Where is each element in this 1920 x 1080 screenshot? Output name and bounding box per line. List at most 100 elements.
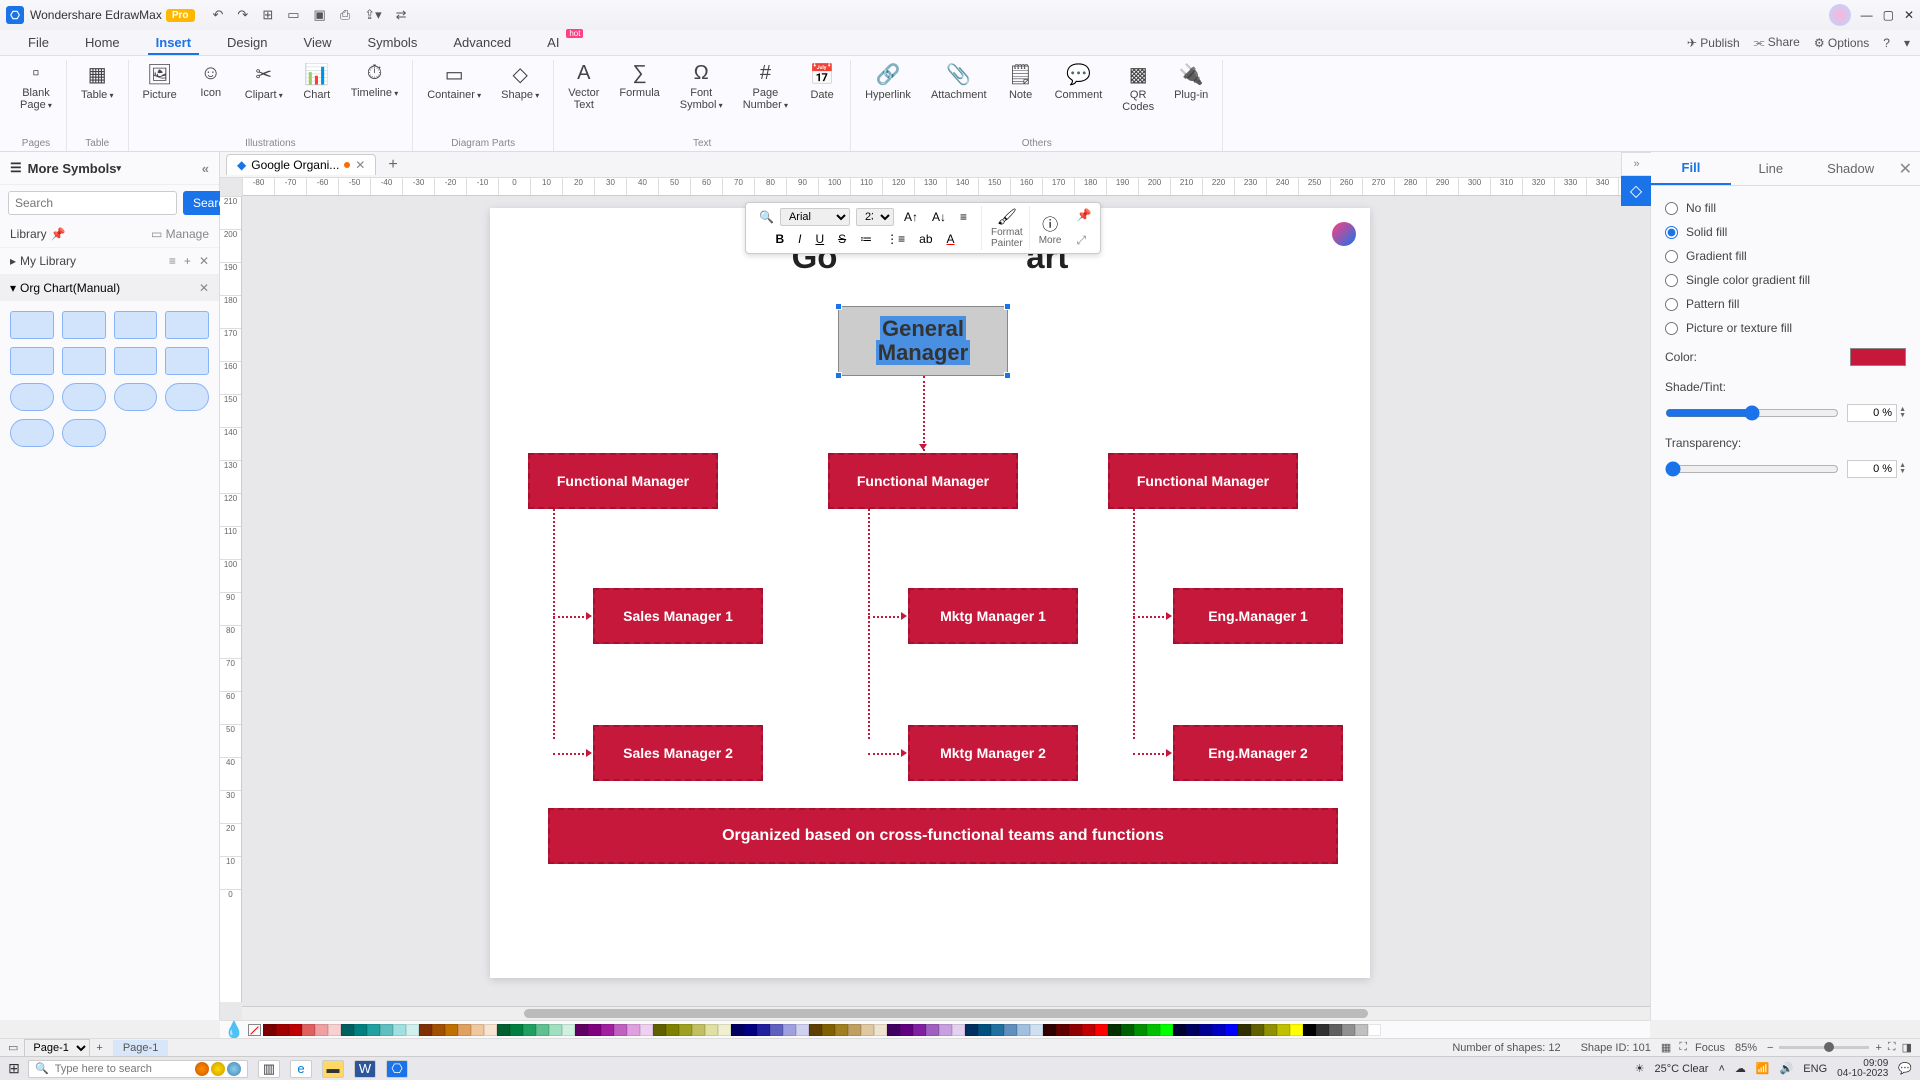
color-swatch[interactable] xyxy=(523,1024,536,1036)
color-swatch[interactable] xyxy=(718,1024,731,1036)
color-swatch[interactable] xyxy=(458,1024,471,1036)
publish-button[interactable]: ✈ Publish xyxy=(1687,36,1740,50)
opt-solid-fill[interactable]: Solid fill xyxy=(1665,220,1906,244)
color-swatch[interactable] xyxy=(1095,1024,1108,1036)
ribbon-container[interactable]: ▭Container xyxy=(417,60,491,103)
ribbon-font[interactable]: ΩFontSymbol xyxy=(670,60,733,113)
tab-fill[interactable]: Fill xyxy=(1651,152,1731,185)
fit-icon[interactable]: ⛶ xyxy=(1679,1041,1687,1054)
more-symbols-label[interactable]: More Symbols xyxy=(28,161,117,176)
node-mktg-manager-2[interactable]: Mktg Manager 2 xyxy=(908,725,1078,781)
maximize-button[interactable]: ▢ xyxy=(1883,8,1894,22)
color-swatch[interactable] xyxy=(666,1024,679,1036)
color-swatch[interactable] xyxy=(315,1024,328,1036)
node-functional-manager-2[interactable]: Functional Manager xyxy=(828,453,1018,509)
color-swatch[interactable] xyxy=(276,1024,289,1036)
ribbon-clipart[interactable]: ✂Clipart xyxy=(235,60,293,103)
format-painter-button[interactable]: 🖌 Format Painter xyxy=(985,206,1030,250)
color-swatch[interactable] xyxy=(1368,1024,1381,1036)
tab-line[interactable]: Line xyxy=(1731,153,1811,184)
color-swatch[interactable] xyxy=(367,1024,380,1036)
menu-file[interactable]: File xyxy=(10,31,67,54)
menu-symbols[interactable]: Symbols xyxy=(349,31,435,54)
color-swatch[interactable] xyxy=(432,1024,445,1036)
ribbon-plug-in[interactable]: 🔌Plug-in xyxy=(1164,60,1218,115)
node-mktg-manager-1[interactable]: Mktg Manager 1 xyxy=(908,588,1078,644)
pin-toolbar-icon[interactable]: 📌 xyxy=(1072,208,1095,222)
ribbon-comment[interactable]: 💬Comment xyxy=(1045,60,1113,115)
shape-thumb[interactable] xyxy=(165,347,209,375)
color-swatch[interactable] xyxy=(770,1024,783,1036)
color-swatch[interactable] xyxy=(510,1024,523,1036)
manage-library-button[interactable]: ▭ Manage xyxy=(151,227,209,241)
color-swatch[interactable] xyxy=(1329,1024,1342,1036)
ribbon-picture[interactable]: 🖼Picture xyxy=(133,60,187,103)
ribbon-hyperlink[interactable]: 🔗Hyperlink xyxy=(855,60,921,115)
zoom-slider[interactable] xyxy=(1779,1046,1869,1049)
color-swatch[interactable] xyxy=(1225,1024,1238,1036)
color-swatch[interactable] xyxy=(289,1024,302,1036)
color-swatch[interactable] xyxy=(926,1024,939,1036)
underline-icon[interactable]: U xyxy=(811,230,828,248)
print-icon[interactable]: ⎙ xyxy=(340,7,350,23)
color-swatch[interactable] xyxy=(731,1024,744,1036)
color-swatch[interactable] xyxy=(575,1024,588,1036)
color-swatch[interactable] xyxy=(536,1024,549,1036)
ribbon-attachment[interactable]: 📎Attachment xyxy=(921,60,997,115)
color-swatch[interactable] xyxy=(302,1024,315,1036)
lib-add-icon[interactable]: ≡ xyxy=(169,254,176,268)
opt-single-gradient-fill[interactable]: Single color gradient fill xyxy=(1665,268,1906,292)
color-swatch[interactable] xyxy=(406,1024,419,1036)
collapse-left-icon[interactable]: « xyxy=(202,161,209,176)
color-swatch[interactable] xyxy=(393,1024,406,1036)
shape-thumb[interactable] xyxy=(114,383,158,411)
ribbon-blank[interactable]: ▫BlankPage xyxy=(10,60,62,113)
add-page-icon[interactable]: + xyxy=(96,1042,102,1054)
shade-slider[interactable] xyxy=(1665,405,1839,421)
page-tab[interactable]: Page-1 xyxy=(113,1040,168,1056)
edge-icon[interactable]: e xyxy=(290,1060,312,1078)
symbol-search-input[interactable] xyxy=(8,191,177,215)
menu-insert[interactable]: Insert xyxy=(138,31,209,54)
share-button[interactable]: ⫘ Share xyxy=(1754,35,1800,50)
color-swatch[interactable] xyxy=(705,1024,718,1036)
color-swatch[interactable] xyxy=(1355,1024,1368,1036)
color-swatch[interactable] xyxy=(861,1024,874,1036)
menu-dropdown-icon[interactable]: ▾ xyxy=(1904,36,1910,50)
zoom-in-icon[interactable]: + xyxy=(1875,1042,1881,1054)
color-swatch[interactable] xyxy=(614,1024,627,1036)
bold-icon[interactable]: B xyxy=(771,230,788,248)
color-swatch[interactable] xyxy=(562,1024,575,1036)
ribbon-timeline[interactable]: ⏱Timeline xyxy=(341,60,408,103)
color-swatch[interactable] xyxy=(328,1024,341,1036)
opt-no-fill[interactable]: No fill xyxy=(1665,196,1906,220)
opt-gradient-fill[interactable]: Gradient fill xyxy=(1665,244,1906,268)
color-swatch[interactable] xyxy=(549,1024,562,1036)
minimize-button[interactable]: — xyxy=(1861,8,1873,22)
panel-toggle-icon[interactable]: ◨ xyxy=(1902,1041,1912,1054)
color-swatch[interactable] xyxy=(744,1024,757,1036)
horizontal-scrollbar[interactable] xyxy=(242,1006,1650,1020)
color-swatch[interactable] xyxy=(848,1024,861,1036)
node-sales-manager-1[interactable]: Sales Manager 1 xyxy=(593,588,763,644)
more-qa-icon[interactable]: ⇄ xyxy=(396,7,407,23)
color-swatch[interactable] xyxy=(1264,1024,1277,1036)
color-swatch[interactable] xyxy=(809,1024,822,1036)
align-icon[interactable]: ≡ xyxy=(956,208,971,226)
shape-thumb[interactable] xyxy=(10,347,54,375)
shape-thumb[interactable] xyxy=(10,419,54,447)
close-right-panel-icon[interactable]: ✕ xyxy=(1891,159,1920,179)
edrawmax-taskbar-icon[interactable]: ⎔ xyxy=(386,1060,408,1078)
save-icon[interactable]: ▣ xyxy=(314,7,326,23)
help-icon[interactable]: ? xyxy=(1883,36,1890,50)
color-swatch[interactable] xyxy=(796,1024,809,1036)
opt-picture-fill[interactable]: Picture or texture fill xyxy=(1665,316,1906,340)
color-swatch[interactable] xyxy=(822,1024,835,1036)
transparency-slider[interactable] xyxy=(1665,461,1839,477)
color-swatch[interactable] xyxy=(874,1024,887,1036)
color-swatch[interactable] xyxy=(1082,1024,1095,1036)
shape-thumb[interactable] xyxy=(10,311,54,339)
hamburger-icon[interactable]: ☰ xyxy=(10,160,22,176)
bullet-list-icon[interactable]: ⋮≡ xyxy=(882,230,909,248)
more-button[interactable]: ⓘ More xyxy=(1033,206,1068,250)
